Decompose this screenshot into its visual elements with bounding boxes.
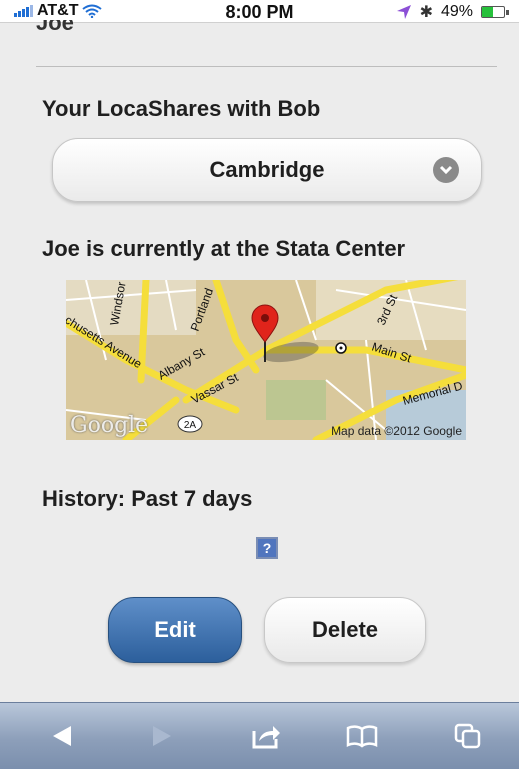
bookmarks-icon[interactable]	[342, 721, 382, 751]
svg-text:2A: 2A	[184, 420, 197, 431]
missing-image-icon: ?	[256, 537, 278, 559]
battery-fill	[482, 7, 493, 17]
chevron-down-icon	[433, 157, 459, 183]
google-logo: Google	[70, 413, 149, 438]
forward-arrow-icon[interactable]	[142, 721, 182, 751]
locashares-heading: Your LocaShares with Bob	[42, 96, 321, 121]
bluetooth-icon: ✱	[419, 4, 433, 21]
back-arrow-icon[interactable]	[42, 721, 82, 751]
route-2a-shield: 2A	[177, 415, 203, 433]
current-location-heading: Joe is currently at the Stata Center	[42, 236, 406, 261]
previous-section-title: Joe	[36, 20, 74, 34]
map-credit: Map data ©2012 Google	[331, 424, 462, 438]
locashares-select[interactable]: Cambridge	[52, 138, 482, 202]
edit-button[interactable]: Edit	[108, 597, 242, 663]
history-heading: History: Past 7 days	[42, 486, 253, 511]
transit-icon	[335, 342, 347, 354]
browser-toolbar	[0, 702, 519, 769]
status-bar-right: ✱ 49%	[396, 2, 509, 22]
tabs-icon[interactable]	[448, 721, 488, 751]
battery-icon	[481, 6, 509, 18]
section-divider	[36, 66, 497, 67]
battery-percent: 49%	[440, 3, 473, 20]
location-map[interactable]: Windsor Portland Albany St chusetts Aven…	[66, 280, 466, 440]
share-icon[interactable]	[246, 721, 286, 751]
location-arrow-icon	[396, 5, 411, 19]
delete-button[interactable]: Delete	[264, 597, 426, 663]
locashares-select-value: Cambridge	[209, 157, 325, 182]
previous-section-title-text: Joe	[36, 20, 74, 34]
status-bar: AT&T 8:00 PM ✱ 49%	[0, 0, 519, 23]
